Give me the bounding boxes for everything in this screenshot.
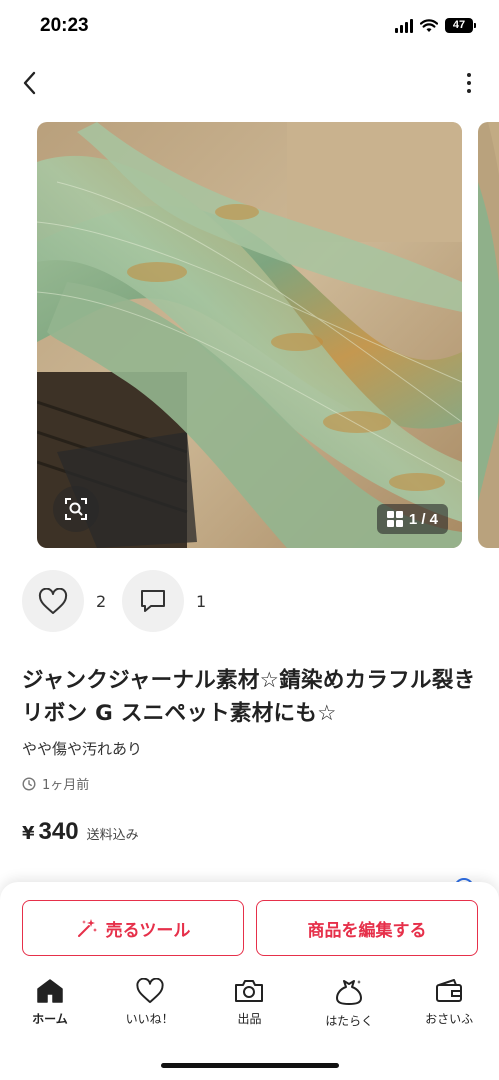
wifi-icon bbox=[420, 18, 438, 32]
currency-symbol: ¥ bbox=[22, 823, 35, 844]
tab-label-wallet: おさいふ bbox=[425, 1012, 474, 1026]
photo-counter-text: 1 / 4 bbox=[408, 510, 438, 528]
tab-likes[interactable]: いいね！ bbox=[105, 978, 195, 1038]
price-row: ¥ 340 送料込み bbox=[22, 818, 139, 846]
bottom-panel: 売るツール 商品を編集する ホーム いいね！ 出品 はたらく おさいふ bbox=[0, 882, 499, 1080]
more-options-button[interactable] bbox=[461, 68, 477, 98]
scan-search-icon bbox=[65, 498, 87, 520]
tab-home[interactable]: ホーム bbox=[5, 978, 95, 1038]
tab-label-sell: 出品 bbox=[237, 1012, 262, 1026]
sell-tool-label: 売るツール bbox=[105, 920, 191, 941]
like-button[interactable] bbox=[22, 570, 84, 632]
product-photo[interactable]: 1 / 4 bbox=[37, 122, 462, 548]
comment-button[interactable] bbox=[122, 570, 184, 632]
next-photo-preview[interactable] bbox=[478, 122, 499, 548]
photo-gallery[interactable]: 1 / 4 bbox=[0, 122, 499, 548]
cta-row: 売るツール 商品を編集する bbox=[22, 900, 478, 956]
home-icon bbox=[37, 979, 63, 1003]
status-icons: 47 bbox=[395, 18, 476, 33]
bottom-tab-bar: ホーム いいね！ 出品 はたらく おさいふ bbox=[0, 978, 499, 1038]
tab-label-home: ホーム bbox=[32, 1012, 68, 1026]
likes-count: 2 bbox=[96, 591, 107, 611]
engagement-actions: 2 1 bbox=[22, 570, 222, 632]
comment-icon bbox=[141, 590, 165, 612]
item-price: 340 bbox=[38, 818, 79, 845]
edit-item-label: 商品を編集する bbox=[307, 920, 427, 941]
posted-time: 1ヶ月前 bbox=[22, 774, 89, 793]
sell-tool-button[interactable]: 売るツール bbox=[22, 900, 244, 956]
photo-counter: 1 / 4 bbox=[376, 504, 448, 534]
grid-icon bbox=[386, 511, 403, 527]
camera-icon bbox=[235, 980, 264, 1002]
heart-icon bbox=[136, 978, 164, 1004]
next-photo-image bbox=[478, 122, 499, 548]
zoom-button[interactable] bbox=[53, 486, 99, 532]
money-bag-icon bbox=[336, 980, 363, 1005]
tab-work[interactable]: はたらく bbox=[304, 978, 394, 1038]
back-button[interactable] bbox=[14, 68, 44, 98]
status-bar: 20:23 47 bbox=[0, 0, 499, 54]
chevron-left-icon bbox=[23, 71, 36, 95]
product-photo-image bbox=[37, 122, 462, 548]
magic-wand-icon bbox=[77, 919, 97, 937]
item-condition: やや傷や汚れあり bbox=[22, 740, 143, 758]
signal-icon bbox=[395, 18, 413, 33]
clock-icon bbox=[22, 776, 36, 791]
shipping-note: 送料込み bbox=[86, 828, 139, 843]
heart-icon bbox=[38, 587, 68, 614]
home-indicator bbox=[161, 1063, 339, 1068]
tab-label-likes: いいね！ bbox=[125, 1012, 174, 1026]
battery-icon: 47 bbox=[445, 18, 476, 33]
top-nav bbox=[0, 60, 499, 106]
item-title: ジャンクジャーナル素材☆錆染めカラフル裂きリボン G スニペット素材にも☆ bbox=[22, 668, 476, 726]
status-time: 20:23 bbox=[40, 15, 89, 36]
tab-wallet[interactable]: おさいふ bbox=[404, 978, 494, 1038]
comments-count: 1 bbox=[196, 591, 207, 611]
wallet-icon bbox=[436, 979, 463, 1002]
tab-sell[interactable]: 出品 bbox=[204, 978, 294, 1038]
edit-item-button[interactable]: 商品を編集する bbox=[256, 900, 478, 956]
posted-time-text: 1ヶ月前 bbox=[42, 778, 90, 793]
tab-label-work: はたらく bbox=[325, 1014, 374, 1028]
